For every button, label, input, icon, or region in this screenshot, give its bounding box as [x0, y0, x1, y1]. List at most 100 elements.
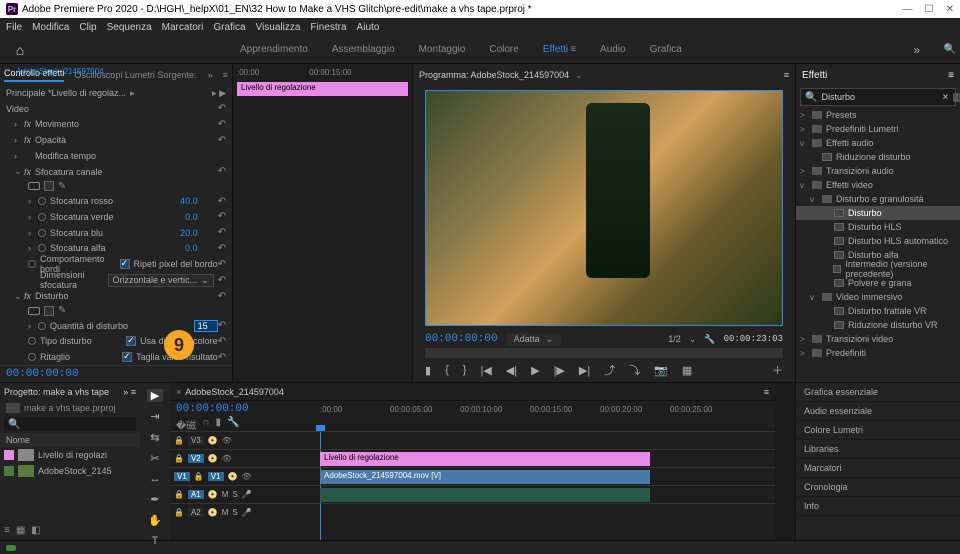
- selection-tool-icon[interactable]: ▶: [147, 389, 163, 402]
- effect-tree-item[interactable]: Riduzione disturbo VR: [796, 318, 960, 332]
- timeline-clip-adjustment[interactable]: Livello di regolazione: [320, 452, 650, 466]
- close-button[interactable]: ✕: [946, 4, 954, 15]
- track-v2[interactable]: V2: [188, 454, 204, 463]
- marker-icon[interactable]: ▮: [215, 417, 221, 432]
- timeline-clip-video[interactable]: AdobeStock_214597004.mov [V]: [320, 470, 650, 484]
- program-monitor-viewport[interactable]: [425, 90, 783, 326]
- razor-tool-icon[interactable]: ✂: [147, 452, 163, 465]
- blur-green-value[interactable]: 0.0: [185, 212, 198, 222]
- panel-menu-icon[interactable]: ≡: [784, 70, 789, 80]
- project-search-input[interactable]: [20, 419, 137, 429]
- button-editor-icon[interactable]: ＋: [772, 362, 783, 378]
- tab-project[interactable]: Progetto: make a vhs tape: [4, 387, 109, 397]
- ec-motion[interactable]: Movimento: [35, 119, 218, 129]
- effects-search-input[interactable]: [821, 92, 938, 102]
- new-bin-icon[interactable]: ▥: [952, 92, 960, 103]
- blur-blue-value[interactable]: 20.0: [180, 228, 198, 238]
- ec-time-remap[interactable]: Modifica tempo: [35, 151, 226, 161]
- go-out-icon[interactable]: ▶|: [579, 364, 590, 377]
- effect-tree-item[interactable]: >Predefiniti Lumetri: [796, 122, 960, 136]
- panel-menu-icon[interactable]: ≡: [764, 387, 769, 397]
- reset-icon[interactable]: ↶: [218, 103, 226, 114]
- menu-finestra[interactable]: Finestra: [310, 22, 346, 33]
- workspace-montaggio[interactable]: Montaggio: [419, 44, 466, 55]
- effect-tree-item[interactable]: Intermedio (versione precedente): [796, 262, 960, 276]
- panel-menu-icon[interactable]: ≡: [948, 70, 954, 81]
- effect-tree-item[interactable]: Riduzione disturbo: [796, 150, 960, 164]
- go-in-icon[interactable]: |◀: [480, 364, 491, 377]
- program-tc-left[interactable]: 00:00:00:00: [425, 333, 498, 345]
- blur-red-value[interactable]: 40.0: [180, 196, 198, 206]
- effect-tree-item[interactable]: Disturbo HLS: [796, 220, 960, 234]
- menu-aiuto[interactable]: Aiuto: [357, 22, 380, 33]
- extract-icon[interactable]: ⤵: [629, 362, 640, 378]
- track-select-tool-icon[interactable]: ⇥: [147, 410, 163, 423]
- step-back-icon[interactable]: ◀|: [506, 364, 517, 377]
- eyedropper-icon[interactable]: ✎: [58, 181, 66, 192]
- effect-tree-item[interactable]: vDisturbo e granulosità: [796, 192, 960, 206]
- workspace-assemblaggio[interactable]: Assemblaggio: [332, 44, 395, 55]
- collapsed-panel-colore-lumetri[interactable]: Colore Lumetri: [796, 421, 960, 440]
- menu-modifica[interactable]: Modifica: [32, 22, 69, 33]
- export-frame-icon[interactable]: 📷: [654, 364, 668, 377]
- track-v1[interactable]: V1: [208, 472, 224, 481]
- use-color-noise-checkbox[interactable]: [126, 336, 136, 346]
- track-a2[interactable]: A2: [188, 508, 204, 517]
- ec-channel-blur[interactable]: Sfocatura canale: [35, 167, 218, 177]
- icon-view-icon[interactable]: ▦: [16, 525, 25, 536]
- ec-timecode[interactable]: 00:00:00:00: [6, 368, 79, 380]
- effect-tree-item[interactable]: Disturbo frattale VR: [796, 304, 960, 318]
- step-fwd-icon[interactable]: |▶: [554, 364, 565, 377]
- effect-tree-item[interactable]: vEffetti video: [796, 178, 960, 192]
- menu-clip[interactable]: Clip: [79, 22, 96, 33]
- play-icon[interactable]: ▶: [531, 364, 539, 377]
- menu-marcatori[interactable]: Marcatori: [162, 22, 204, 33]
- collapsed-panel-grafica-essenziale[interactable]: Grafica essenziale: [796, 383, 960, 402]
- track-a1[interactable]: A1: [188, 490, 204, 499]
- ec-clip-link[interactable]: AdobeStock_214597004 ...: [12, 66, 117, 80]
- workspace-overflow[interactable]: »: [913, 43, 920, 57]
- noise-amount-input[interactable]: 15: [194, 320, 218, 332]
- project-item[interactable]: Livello di regolazi: [0, 447, 140, 463]
- menu-sequenza[interactable]: Sequenza: [107, 22, 152, 33]
- minimize-button[interactable]: —: [903, 4, 913, 15]
- snap-icon[interactable]: �磁: [176, 417, 196, 432]
- clip-result-checkbox[interactable]: [122, 352, 132, 362]
- list-view-icon[interactable]: ≡: [4, 525, 10, 536]
- link-icon[interactable]: ∩: [202, 417, 209, 432]
- settings-icon[interactable]: 🔧: [227, 417, 239, 432]
- effect-tree-item[interactable]: Disturbo: [796, 206, 960, 220]
- panel-more[interactable]: »: [208, 70, 213, 80]
- workspace-colore[interactable]: Colore: [489, 44, 518, 55]
- collapsed-panel-marcatori[interactable]: Marcatori: [796, 459, 960, 478]
- blur-alpha-value[interactable]: 0.0: [185, 243, 198, 253]
- ripple-tool-icon[interactable]: ⇆: [147, 431, 163, 444]
- type-tool-icon[interactable]: T: [147, 535, 163, 547]
- search-icon[interactable]: 🔍: [940, 44, 960, 55]
- project-col-name[interactable]: Nome: [0, 433, 140, 447]
- maximize-button[interactable]: ☐: [925, 4, 934, 15]
- workspace-effetti[interactable]: Effetti≡: [543, 44, 576, 55]
- effect-tree-item[interactable]: >Presets: [796, 108, 960, 122]
- effect-tree-item[interactable]: vEffetti audio: [796, 136, 960, 150]
- effect-tree-item[interactable]: vVideo immersivo: [796, 290, 960, 304]
- menu-file[interactable]: File: [6, 22, 22, 33]
- track-v3[interactable]: V3: [188, 436, 204, 445]
- collapsed-panel-audio-essenziale[interactable]: Audio essenziale: [796, 402, 960, 421]
- effect-tree-item[interactable]: >Transizioni video: [796, 332, 960, 346]
- effect-tree-item[interactable]: >Transizioni audio: [796, 164, 960, 178]
- clear-search-icon[interactable]: ×: [942, 92, 948, 103]
- effect-tree-item[interactable]: Disturbo HLS automatico: [796, 234, 960, 248]
- project-item[interactable]: AdobeStock_2145: [0, 463, 140, 479]
- sequence-tab[interactable]: AdobeStock_214597004: [185, 387, 284, 397]
- freeform-view-icon[interactable]: ◧: [31, 525, 40, 536]
- mark-out-icon[interactable]: }: [463, 364, 467, 376]
- collapsed-panel-libraries[interactable]: Libraries: [796, 440, 960, 459]
- timeline-clip-audio[interactable]: [320, 488, 650, 502]
- zoom-fit-dropdown[interactable]: Adatta⌄: [506, 333, 562, 346]
- compare-icon[interactable]: ▦: [682, 364, 692, 377]
- home-button[interactable]: ⌂: [0, 42, 40, 58]
- workspace-audio[interactable]: Audio: [600, 44, 626, 55]
- ec-clip-bar[interactable]: Livello di regolazione: [237, 82, 408, 96]
- workspace-apprendimento[interactable]: Apprendimento: [240, 44, 308, 55]
